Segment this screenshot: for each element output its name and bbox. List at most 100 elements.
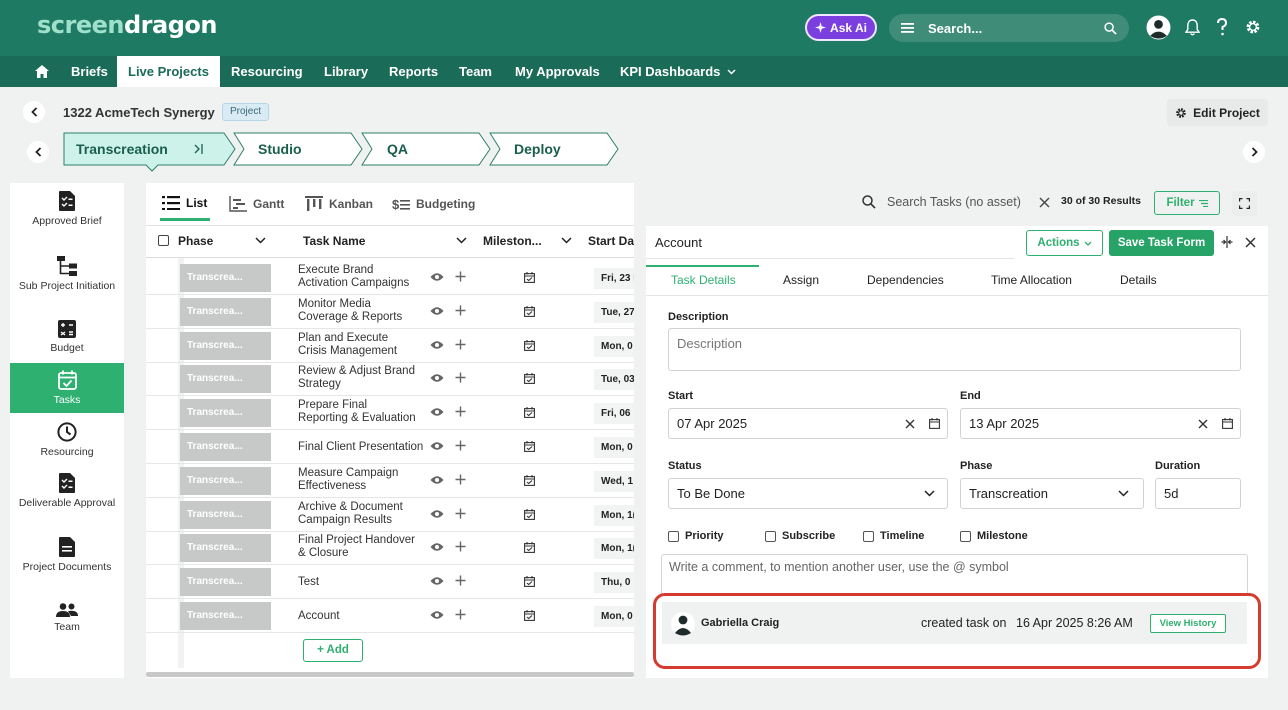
horizontal-scrollbar[interactable] (146, 672, 634, 677)
help-icon[interactable] (1216, 18, 1228, 36)
task-search-input[interactable]: Search Tasks (no asset) (887, 195, 1021, 209)
nav-library[interactable]: Library (324, 56, 368, 87)
stage-qa[interactable]: QA (361, 132, 491, 166)
milestone-toggle[interactable] (524, 542, 535, 554)
task-name[interactable]: Execute Brand Activation Campaigns (298, 264, 416, 290)
table-row[interactable]: Transcrea... Measure Campaign Effectivene… (146, 464, 634, 498)
add-subtask-button[interactable] (455, 372, 466, 383)
milestone-toggle[interactable] (524, 339, 535, 351)
phase-select[interactable]: Transcrea... (180, 433, 298, 461)
start-date[interactable]: Mon, 0 (594, 606, 634, 627)
add-subtask-button[interactable] (455, 609, 466, 620)
tab-dependencies[interactable]: Dependencies (867, 273, 944, 287)
milestone-toggle[interactable] (524, 272, 535, 283)
global-search[interactable]: Search... (889, 14, 1129, 42)
sidebar-item-sub-project-initiation[interactable]: Sub Project Initiation (10, 256, 124, 308)
chevron-down-icon[interactable] (561, 237, 572, 244)
tab-time-allocation[interactable]: Time Allocation (991, 273, 1072, 287)
add-subtask-button[interactable] (455, 440, 466, 451)
sidebar-item-approved-brief[interactable]: Approved Brief (10, 191, 124, 243)
bell-icon[interactable] (1185, 19, 1200, 36)
task-name[interactable]: Review & Adjust Brand Strategy (298, 365, 416, 391)
sidebar-item-resourcing[interactable]: Resourcing (10, 422, 124, 462)
task-name[interactable]: Prepare Final Reporting & Evaluation (298, 399, 416, 425)
table-row[interactable]: Transcrea... Monitor Media Coverage & Rep… (146, 295, 634, 329)
fullscreen-button[interactable] (1232, 191, 1257, 216)
table-row[interactable]: Transcrea... Account Mon, 0 (146, 599, 634, 633)
start-date[interactable]: Fri, 06 (594, 403, 634, 425)
tab-task-details[interactable]: Task Details (671, 273, 736, 287)
add-task-button[interactable]: + Add (303, 639, 363, 662)
task-name[interactable]: Monitor Media Coverage & Reports (298, 298, 416, 324)
stage-studio[interactable]: Studio (233, 132, 363, 166)
milestone-checkbox[interactable]: Milestone (960, 530, 1028, 542)
gear-icon[interactable] (1245, 19, 1261, 35)
task-name[interactable]: Archive & Document Campaign Results (298, 501, 416, 527)
task-name[interactable]: Final Project Handover & Closure (298, 534, 416, 560)
subscribe-checkbox[interactable]: Subscribe (765, 530, 835, 542)
tab-assign[interactable]: Assign (783, 273, 819, 287)
table-row[interactable]: Transcrea... Test Thu, 0 (146, 565, 634, 600)
table-row[interactable]: Transcrea... Final Client Presentation Mon… (146, 430, 634, 464)
actions-button[interactable]: Actions (1026, 230, 1103, 256)
add-subtask-button[interactable] (455, 575, 466, 586)
back-button[interactable] (23, 101, 45, 123)
description-textarea[interactable]: Description (668, 328, 1241, 371)
calendar-icon[interactable] (929, 418, 940, 429)
phase-select[interactable]: Transcrea... (180, 264, 298, 292)
start-date[interactable]: Mon, 1( (594, 504, 634, 526)
chevron-down-icon[interactable] (456, 237, 467, 244)
split-view-icon[interactable] (1221, 236, 1233, 248)
stages-prev-button[interactable] (27, 141, 49, 163)
stage-transcreation[interactable]: Transcreation (63, 132, 236, 172)
priority-checkbox[interactable]: Priority (668, 530, 724, 542)
view-task-button[interactable] (430, 407, 444, 417)
start-date[interactable]: Tue, 27 (594, 301, 634, 323)
home-icon[interactable] (35, 65, 49, 78)
task-name[interactable]: Measure Campaign Effectiveness (298, 467, 416, 493)
view-task-button[interactable] (430, 475, 444, 485)
phase-select[interactable]: Transcrea... (180, 365, 298, 394)
milestone-toggle[interactable] (524, 508, 535, 520)
comment-input[interactable]: Write a comment, to mention another user… (661, 554, 1248, 594)
column-header-milestone[interactable]: Mileston... (483, 234, 542, 248)
phase-select[interactable]: Transcreation (960, 478, 1144, 509)
phase-select[interactable]: Transcrea... (180, 466, 298, 495)
view-task-button[interactable] (430, 509, 444, 519)
sidebar-item-team[interactable]: Team (10, 603, 124, 643)
start-date[interactable]: Mon, 0 (594, 437, 634, 458)
task-name[interactable]: Account (298, 610, 433, 623)
milestone-toggle[interactable] (524, 576, 535, 588)
edit-project-button[interactable]: Edit Project (1167, 99, 1268, 126)
user-avatar-icon[interactable] (1146, 15, 1171, 40)
sidebar-item-budget[interactable]: Budget (10, 320, 124, 360)
clear-icon[interactable] (905, 419, 915, 429)
filter-button[interactable]: Filter (1154, 191, 1220, 215)
view-task-button[interactable] (430, 441, 444, 451)
start-date[interactable]: Wed, 1 (594, 470, 634, 492)
timeline-checkbox[interactable]: Timeline (863, 530, 924, 542)
task-name[interactable]: Test (298, 576, 433, 589)
table-row[interactable]: Transcrea... Plan and Execute Crisis Mana… (146, 329, 634, 363)
chevron-down-icon[interactable] (255, 237, 266, 244)
view-task-button[interactable] (430, 373, 444, 383)
ask-ai-button[interactable]: Ask Ai (805, 14, 877, 41)
view-task-button[interactable] (430, 306, 444, 316)
nav-briefs[interactable]: Briefs (71, 56, 108, 87)
phase-select[interactable]: Transcrea... (180, 331, 298, 360)
clear-icon[interactable] (1198, 419, 1208, 429)
add-subtask-button[interactable] (455, 474, 466, 485)
task-name[interactable]: Plan and Execute Crisis Management (298, 332, 416, 358)
nav-live-projects[interactable]: Live Projects (117, 56, 220, 87)
milestone-toggle[interactable] (524, 474, 535, 486)
sidebar-item-tasks[interactable]: Tasks (10, 363, 124, 413)
logo[interactable]: screendragon (37, 11, 217, 39)
phase-select[interactable]: Transcrea... (180, 568, 298, 597)
milestone-toggle[interactable] (524, 407, 535, 419)
nav-resourcing[interactable]: Resourcing (231, 56, 303, 87)
milestone-toggle[interactable] (524, 305, 535, 317)
start-date[interactable]: Tue, 03 (594, 369, 634, 391)
save-task-form-button[interactable]: Save Task Form (1109, 230, 1214, 256)
tab-details[interactable]: Details (1120, 273, 1157, 287)
add-subtask-button[interactable] (455, 406, 466, 417)
